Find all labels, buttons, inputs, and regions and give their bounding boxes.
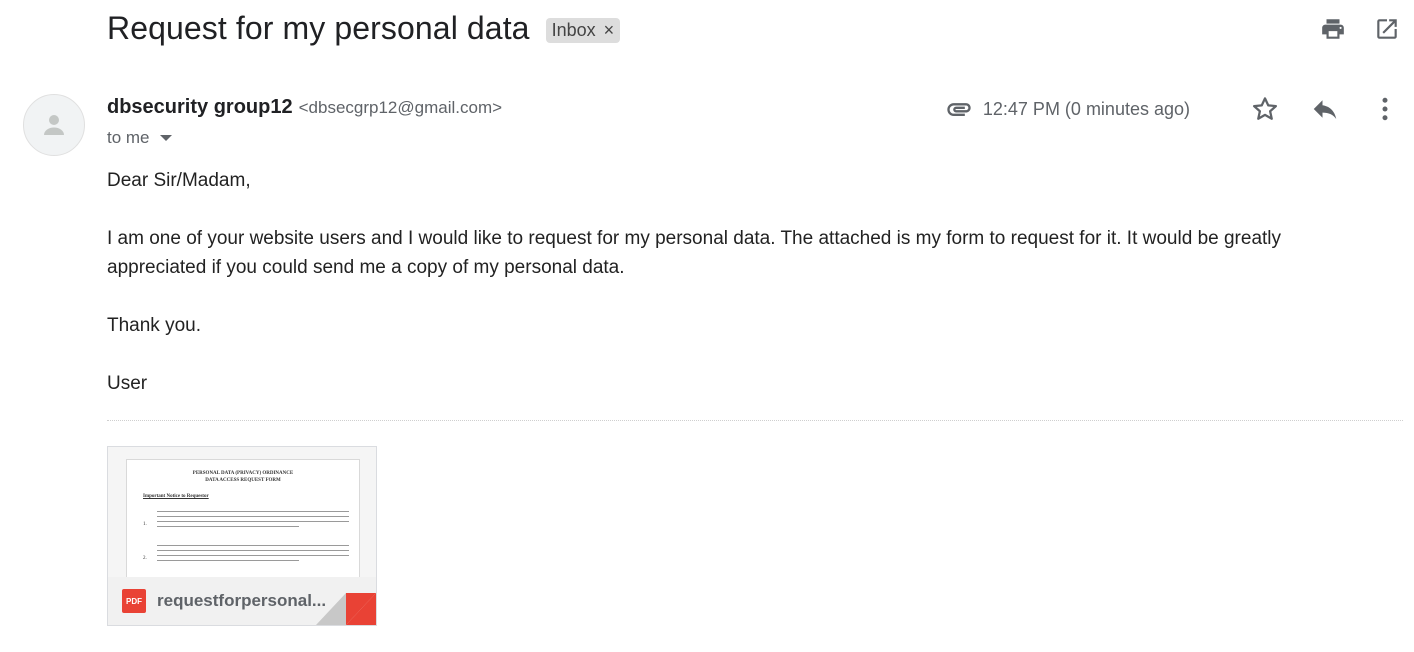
closing: Thank you. [107,315,201,336]
preview-text-line [157,560,299,561]
message-timestamp: 12:47 PM (0 minutes ago) [982,98,1190,119]
sender-name[interactable]: dbsecurity group12 [107,96,293,119]
preview-text-line [157,516,349,517]
chevron-down-icon[interactable] [159,135,172,141]
greeting: Dear Sir/Madam, [107,170,251,191]
attachment-divider [107,420,1403,421]
preview-item-number: 1. [143,522,147,527]
pdf-icon: PDF [122,589,146,613]
attachment-filename: requestforpersonal... [157,591,327,610]
email-body: Dear Sir/Madam, I am one of your website… [107,166,1357,427]
preview-item-number: 2. [143,556,147,561]
default-person-icon [44,115,64,135]
star-icon[interactable] [1250,94,1280,124]
preview-text-line [157,555,349,556]
body-paragraph: I am one of your website users and I wou… [107,228,1282,278]
attachment-thumbnail: PERSONAL DATA (PRIVACY) ORDINANCE DATA A… [126,459,360,579]
attachment-footer: PDF requestforpersonal... [108,577,376,625]
preview-text-line [157,521,349,522]
preview-text-line [157,545,349,546]
print-icon[interactable] [1320,16,1346,42]
sender-avatar[interactable] [23,94,85,156]
subject-header: Request for my personal data Inbox × [107,10,621,47]
recipient-label: to me [107,128,150,147]
signature: User [107,373,148,394]
remove-label-icon[interactable]: × [604,20,615,41]
top-toolbar [1320,16,1400,42]
email-view: Request for my personal data Inbox × dbs… [0,0,1414,652]
sender-info: dbsecurity group12 <dbsecgrp12@gmail.com… [107,96,502,119]
message-meta: 12:47 PM (0 minutes ago) [945,94,1400,124]
preview-text-line [157,550,349,551]
attachment-card[interactable]: PERSONAL DATA (PRIVACY) ORDINANCE DATA A… [107,446,377,626]
more-options-icon[interactable] [1370,94,1400,124]
recipient-row: to me [107,128,172,148]
sender-email: <dbsecgrp12@gmail.com> [298,98,503,117]
inbox-label-chip[interactable]: Inbox × [545,18,621,43]
email-subject: Request for my personal data [107,10,530,46]
preview-title: PERSONAL DATA (PRIVACY) ORDINANCE DATA A… [192,471,294,483]
open-in-new-window-icon[interactable] [1374,16,1400,42]
attachment-clip-icon [947,103,971,116]
preview-text-line [157,511,349,512]
page-fold-icon [316,593,376,625]
reply-icon[interactable] [1310,94,1340,124]
label-text: Inbox [551,20,596,40]
